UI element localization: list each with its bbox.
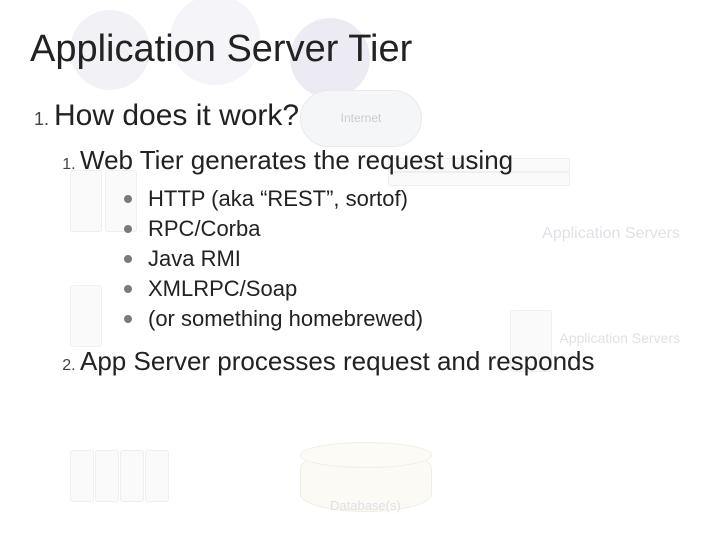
outline-level-2: Web Tier generates the request using HTT… [80,145,690,377]
slide-content: Application Server Tier How does it work… [0,0,720,377]
bullet-item: Java RMI [124,246,690,272]
slide-title: Application Server Tier [30,28,690,71]
outline-item-1-1-text: Web Tier generates the request using [80,145,513,175]
bg-label-databases: Database(s) [330,498,401,513]
database-cylinder-top [300,442,432,468]
bullet-text: HTTP (aka “REST”, sortof) [148,186,408,211]
server-box [145,450,169,502]
bullet-item: XMLRPC/Soap [124,276,690,302]
outline-level-1: How does it work? Web Tier generates the… [54,99,690,377]
bullet-list: HTTP (aka “REST”, sortof) RPC/Corba Java… [124,186,690,332]
bullet-text: Java RMI [148,246,241,271]
bullet-text: (or something homebrewed) [148,306,423,331]
bullet-item: (or something homebrewed) [124,306,690,332]
outline-item-1-1: Web Tier generates the request using HTT… [80,145,690,332]
outline-item-1: How does it work? Web Tier generates the… [54,99,690,377]
outline-item-1-2-text: App Server processes request and respond… [80,346,595,376]
server-box [120,450,144,502]
bullet-text: RPC/Corba [148,216,260,241]
outline-item-1-text: How does it work? [54,99,299,132]
server-box [70,450,94,502]
outline-item-1-2: App Server processes request and respond… [80,346,690,377]
bullet-item: HTTP (aka “REST”, sortof) [124,186,690,212]
server-box [95,450,119,502]
bullet-item: RPC/Corba [124,216,690,242]
bullet-text: XMLRPC/Soap [148,276,297,301]
